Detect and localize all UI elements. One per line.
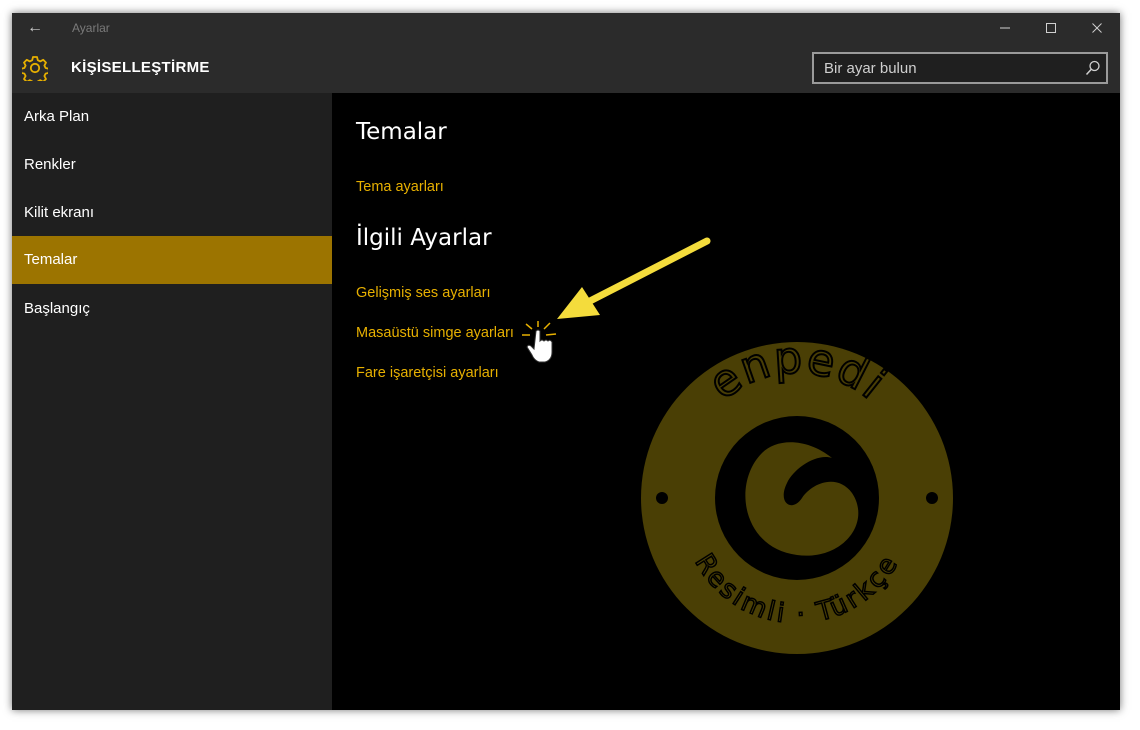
minimize-icon[interactable] <box>982 13 1028 43</box>
close-icon[interactable] <box>1074 13 1120 43</box>
sidebar: Arka Plan Renkler Kilit ekranı Temalar B… <box>12 93 332 710</box>
section-title-ilgili-ayarlar: İlgili Ayarlar <box>356 225 492 251</box>
link-gelismis-ses-ayarlari[interactable]: Gelişmiş ses ayarları <box>356 285 491 301</box>
search-box[interactable] <box>812 52 1108 84</box>
enpedi-watermark-logo: enpedi Resimli · Türkçe <box>632 333 962 663</box>
main-content: enpedi Resimli · Türkçe Temalar Tema aya… <box>332 93 1120 710</box>
sidebar-item-temalar[interactable]: Temalar <box>12 236 332 284</box>
link-masaustu-simge-ayarlari[interactable]: Masaüstü simge ayarları <box>356 325 514 341</box>
page-header: KİŞİSELLEŞTİRME <box>12 43 1120 93</box>
page-title: KİŞİSELLEŞTİRME <box>71 59 210 76</box>
sidebar-item-kilit-ekrani[interactable]: Kilit ekranı <box>12 189 332 237</box>
maximize-icon[interactable] <box>1028 13 1074 43</box>
back-arrow-icon[interactable]: ← <box>12 13 58 43</box>
settings-window: ← Ayarlar KİŞİSELLEŞTİRME Bir ayar bulun… <box>12 13 1120 710</box>
sidebar-item-renkler[interactable]: Renkler <box>12 141 332 189</box>
search-icon[interactable] <box>1084 59 1102 77</box>
sidebar-item-baslangic[interactable]: Başlangıç <box>12 285 332 333</box>
window-title: Ayarlar <box>72 21 110 35</box>
link-tema-ayarlari[interactable]: Tema ayarları <box>356 179 444 195</box>
gear-icon <box>20 55 50 86</box>
sidebar-item-arka-plan[interactable]: Arka Plan <box>12 93 332 141</box>
title-bar: ← Ayarlar <box>12 13 1120 43</box>
hand-cursor-icon <box>522 321 557 363</box>
link-fare-isaretcisi-ayarlari[interactable]: Fare işaretçisi ayarları <box>356 365 499 381</box>
section-title-temalar: Temalar <box>356 119 447 145</box>
search-input[interactable] <box>814 54 1084 82</box>
